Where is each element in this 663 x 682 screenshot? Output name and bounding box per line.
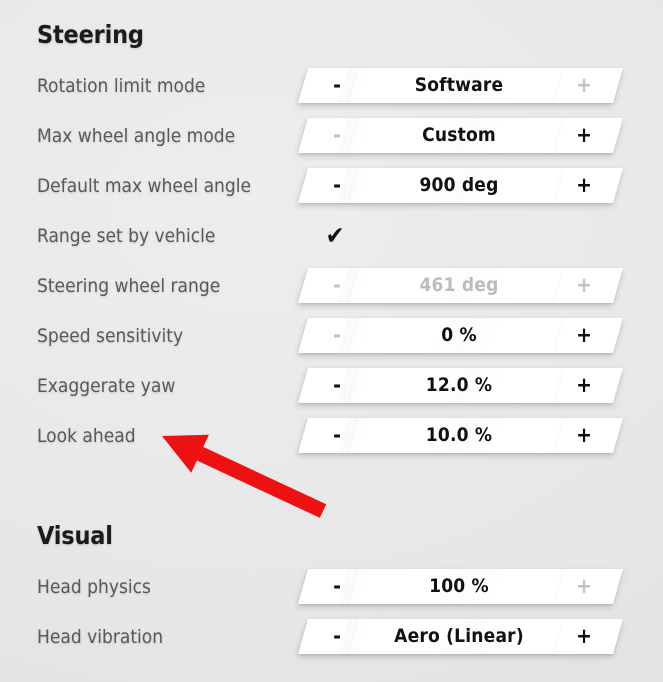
label-max-wheel-angle-mode: Max wheel angle mode <box>37 125 236 147</box>
stepper-value: Software <box>414 74 504 96</box>
stepper-rotation-limit-mode[interactable]: - Software + <box>297 68 624 103</box>
increment-button[interactable]: + <box>558 619 610 654</box>
section-title-steering: Steering <box>37 20 144 49</box>
stepper-value: 461 deg <box>419 274 499 296</box>
increment-button[interactable]: + <box>558 368 610 403</box>
stepper-value: 10.0 % <box>425 424 493 446</box>
stepper-steering-wheel-range[interactable]: - 461 deg + <box>297 268 624 303</box>
row-rotation-limit-mode: Rotation limit mode - Software + <box>0 64 663 108</box>
section-title-visual: Visual <box>37 521 113 550</box>
row-default-max-wheel-angle: Default max wheel angle - 900 deg + <box>0 164 663 208</box>
stepper-exaggerate-yaw[interactable]: - 12.0 % + <box>297 368 624 403</box>
increment-button[interactable]: + <box>558 569 610 604</box>
stepper-head-vibration[interactable]: - Aero (Linear) + <box>297 619 624 654</box>
label-head-vibration: Head vibration <box>37 626 164 648</box>
row-range-set-by-vehicle: Range set by vehicle ✔ <box>0 214 663 258</box>
increment-button[interactable]: + <box>558 118 610 153</box>
label-default-max-wheel-angle: Default max wheel angle <box>37 175 252 197</box>
label-steering-wheel-range: Steering wheel range <box>37 275 221 297</box>
stepper-value: 0 % <box>441 324 477 346</box>
stepper-default-max-wheel-angle[interactable]: - 900 deg + <box>297 168 624 203</box>
row-head-physics: Head physics - 100 % + <box>0 565 663 609</box>
label-speed-sensitivity: Speed sensitivity <box>37 325 184 347</box>
label-head-physics: Head physics <box>37 576 151 598</box>
stepper-value: 100 % <box>429 575 489 597</box>
stepper-max-wheel-angle-mode[interactable]: - Custom + <box>297 118 624 153</box>
row-speed-sensitivity: Speed sensitivity - 0 % + <box>0 314 663 358</box>
stepper-value: Aero (Linear) <box>394 625 524 647</box>
stepper-speed-sensitivity[interactable]: - 0 % + <box>297 318 624 353</box>
label-range-set-by-vehicle: Range set by vehicle <box>37 225 216 247</box>
increment-button[interactable]: + <box>558 318 610 353</box>
row-look-ahead: Look ahead - 10.0 % + <box>0 414 663 458</box>
increment-button[interactable]: + <box>558 68 610 103</box>
label-rotation-limit-mode: Rotation limit mode <box>37 75 206 97</box>
stepper-head-physics[interactable]: - 100 % + <box>297 569 624 604</box>
stepper-value: 12.0 % <box>425 374 493 396</box>
row-head-vibration: Head vibration - Aero (Linear) + <box>0 615 663 659</box>
stepper-value: Custom <box>422 124 496 146</box>
row-max-wheel-angle-mode: Max wheel angle mode - Custom + <box>0 114 663 158</box>
checkmark-icon[interactable]: ✔ <box>318 218 352 253</box>
stepper-value: 900 deg <box>419 174 499 196</box>
label-look-ahead: Look ahead <box>37 425 136 447</box>
increment-button[interactable]: + <box>558 268 610 303</box>
row-steering-wheel-range: Steering wheel range - 461 deg + <box>0 264 663 308</box>
label-exaggerate-yaw: Exaggerate yaw <box>37 375 176 397</box>
row-exaggerate-yaw: Exaggerate yaw - 12.0 % + <box>0 364 663 408</box>
settings-panel: Steering Rotation limit mode - Software … <box>0 0 663 682</box>
increment-button[interactable]: + <box>558 418 610 453</box>
increment-button[interactable]: + <box>558 168 610 203</box>
stepper-look-ahead[interactable]: - 10.0 % + <box>297 418 624 453</box>
